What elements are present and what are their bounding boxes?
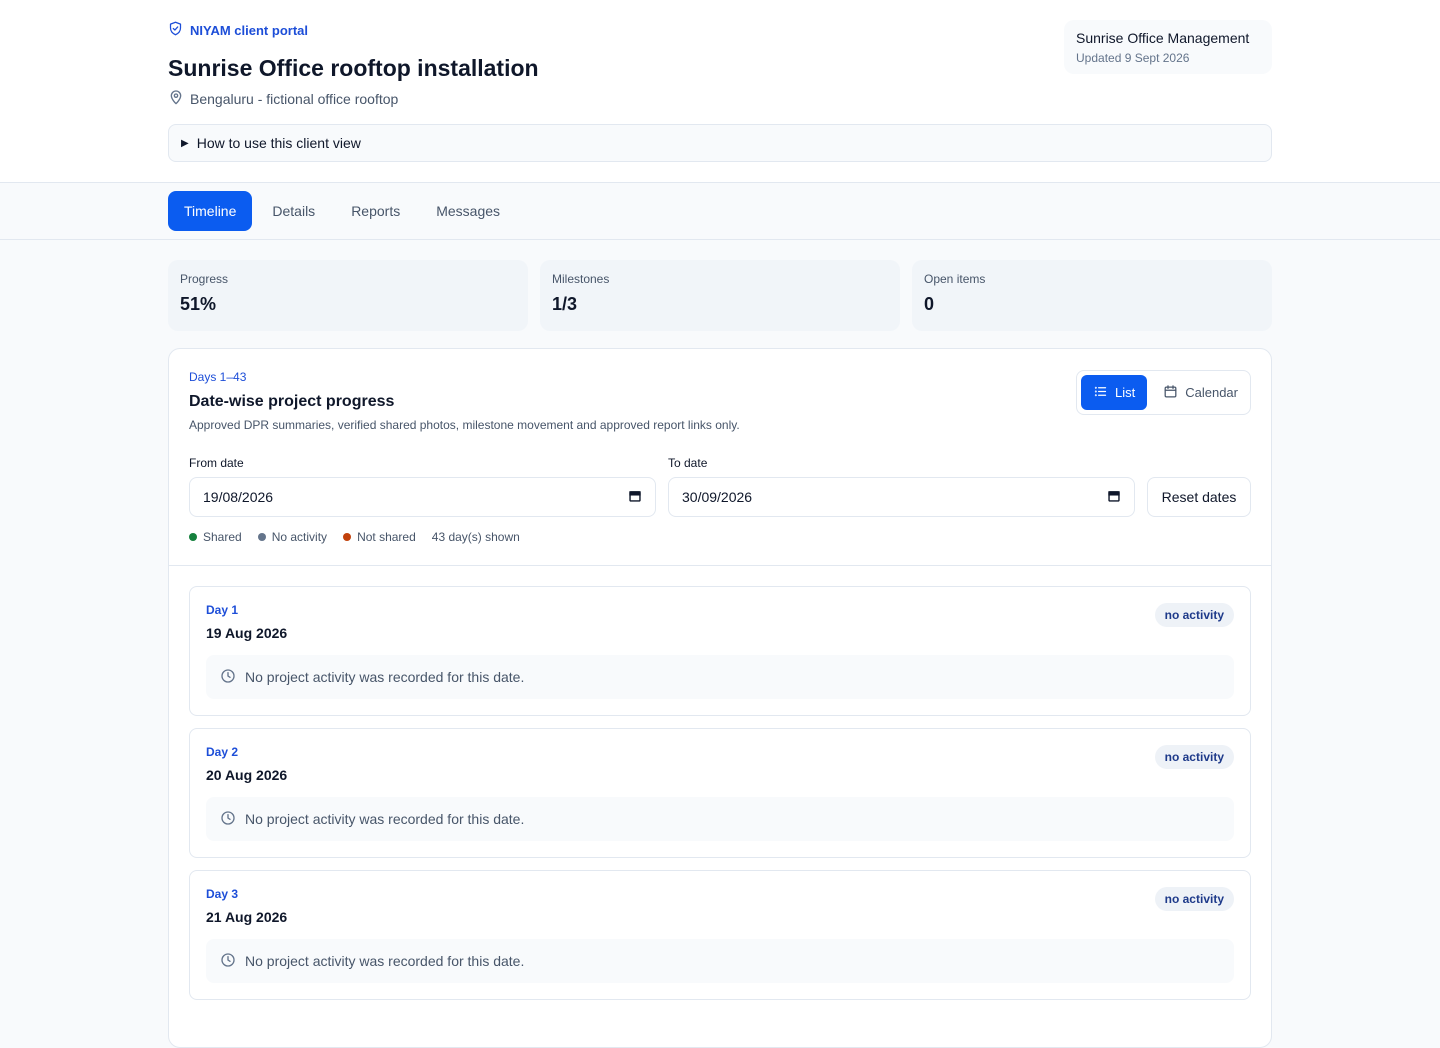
legend-not-shared: Not shared: [343, 530, 416, 544]
days-shown-count: 43 day(s) shown: [431, 530, 520, 544]
days-range: Days 1–43: [189, 370, 247, 384]
legend-label: No activity: [271, 530, 328, 544]
tab-timeline[interactable]: Timeline: [168, 191, 253, 231]
empty-state: No project activity was recorded for thi…: [206, 655, 1234, 699]
updated-timestamp: Updated 9 Sept 2026: [1076, 51, 1190, 65]
client-card: Sunrise Office Management Updated 9 Sept…: [1064, 20, 1272, 74]
day-card: Day 3 21 Aug 2026 no activity No project…: [189, 870, 1251, 1000]
status-badge: no activity: [1154, 745, 1234, 769]
empty-state: No project activity was recorded for thi…: [206, 939, 1234, 983]
tab-reports[interactable]: Reports: [335, 191, 416, 231]
empty-state: No project activity was recorded for thi…: [206, 797, 1234, 841]
from-date-label: From date: [189, 456, 244, 470]
header: NIYAM client portal Sunrise Office rooft…: [0, 0, 1440, 183]
panel-title: Date-wise project progress: [189, 393, 395, 410]
to-date-input[interactable]: 30/09/2026: [668, 477, 1135, 517]
to-date-value: 30/09/2026: [682, 489, 753, 505]
day-date: 20 Aug 2026: [206, 767, 288, 783]
legend: Shared No activity Not shared 43 day(s) …: [189, 530, 520, 544]
day-date: 21 Aug 2026: [206, 909, 288, 925]
legend-label: Shared: [203, 530, 242, 544]
calendar-view-button[interactable]: Calendar: [1151, 375, 1250, 410]
legend-no-activity: No activity: [257, 530, 328, 544]
list-view-label: List: [1115, 385, 1136, 400]
panel-header: Days 1–43 Date-wise project progress App…: [169, 349, 1271, 566]
tab-details[interactable]: Details: [256, 191, 331, 231]
status-dot: [343, 533, 352, 541]
stat-open-items: Open items 0: [912, 260, 1272, 331]
tab-bar: Timeline Details Reports Messages: [0, 183, 1440, 240]
status-dot: [257, 533, 266, 541]
from-date-value: 19/08/2026: [203, 489, 274, 505]
legend-shared: Shared: [189, 530, 242, 544]
day-card: Day 2 20 Aug 2026 no activity No project…: [189, 728, 1251, 858]
reset-dates-button[interactable]: Reset dates: [1147, 477, 1251, 517]
empty-message: No project activity was recorded for thi…: [245, 953, 525, 969]
legend-label: Not shared: [357, 530, 416, 544]
day-number: Day 1: [206, 603, 239, 617]
view-toggle: List Calendar: [1076, 370, 1251, 415]
status-badge: no activity: [1154, 887, 1234, 911]
stat-label: Progress: [180, 272, 229, 286]
location-label: Bengaluru - fictional office rooftop: [190, 90, 399, 107]
stat-value: 51%: [180, 294, 217, 314]
day-number: Day 3: [206, 887, 239, 901]
panel-description: Approved DPR summaries, verified shared …: [189, 418, 740, 432]
day-card: Day 1 19 Aug 2026 no activity No project…: [189, 586, 1251, 716]
stat-label: Open items: [924, 272, 986, 286]
clock-icon: [220, 952, 236, 971]
shield-icon: [168, 21, 183, 39]
brand: NIYAM client portal: [168, 21, 308, 39]
calendar-view-label: Calendar: [1185, 385, 1238, 400]
stat-label: Milestones: [552, 272, 610, 286]
day-list: Day 1 19 Aug 2026 no activity No project…: [189, 586, 1251, 1012]
stat-value: 1/3: [552, 294, 578, 314]
howto-label: How to use this client view: [196, 135, 361, 151]
status-dot: [189, 533, 197, 541]
map-pin-icon: [168, 89, 184, 108]
clock-icon: [220, 810, 236, 829]
calendar-icon: [628, 489, 642, 506]
to-date-label: To date: [668, 456, 708, 470]
status-badge: no activity: [1154, 603, 1234, 627]
day-number: Day 2: [206, 745, 239, 759]
howto-disclosure[interactable]: ▶ How to use this client view: [168, 124, 1272, 162]
calendar-icon: [1107, 489, 1121, 506]
tab-messages[interactable]: Messages: [420, 191, 516, 231]
list-icon: [1093, 384, 1108, 402]
page-title: Sunrise Office rooftop installation: [168, 55, 539, 81]
location: Bengaluru - fictional office rooftop: [168, 89, 398, 108]
day-date: 19 Aug 2026: [206, 625, 288, 641]
stat-milestones: Milestones 1/3: [540, 260, 900, 331]
list-view-button[interactable]: List: [1081, 375, 1148, 410]
stat-value: 0: [924, 294, 935, 314]
from-date-input[interactable]: 19/08/2026: [189, 477, 656, 517]
stats-row: Progress 51% Milestones 1/3 Open items 0: [168, 260, 1272, 331]
triangle-right-icon: ▶: [181, 137, 189, 149]
timeline-panel: Days 1–43 Date-wise project progress App…: [168, 348, 1272, 1048]
client-name: Sunrise Office Management: [1076, 30, 1250, 46]
empty-message: No project activity was recorded for thi…: [245, 669, 525, 685]
clock-icon: [220, 668, 236, 687]
stat-progress: Progress 51%: [168, 260, 528, 331]
brand-label: NIYAM client portal: [190, 22, 308, 38]
calendar-icon: [1163, 384, 1178, 402]
empty-message: No project activity was recorded for thi…: [245, 811, 525, 827]
